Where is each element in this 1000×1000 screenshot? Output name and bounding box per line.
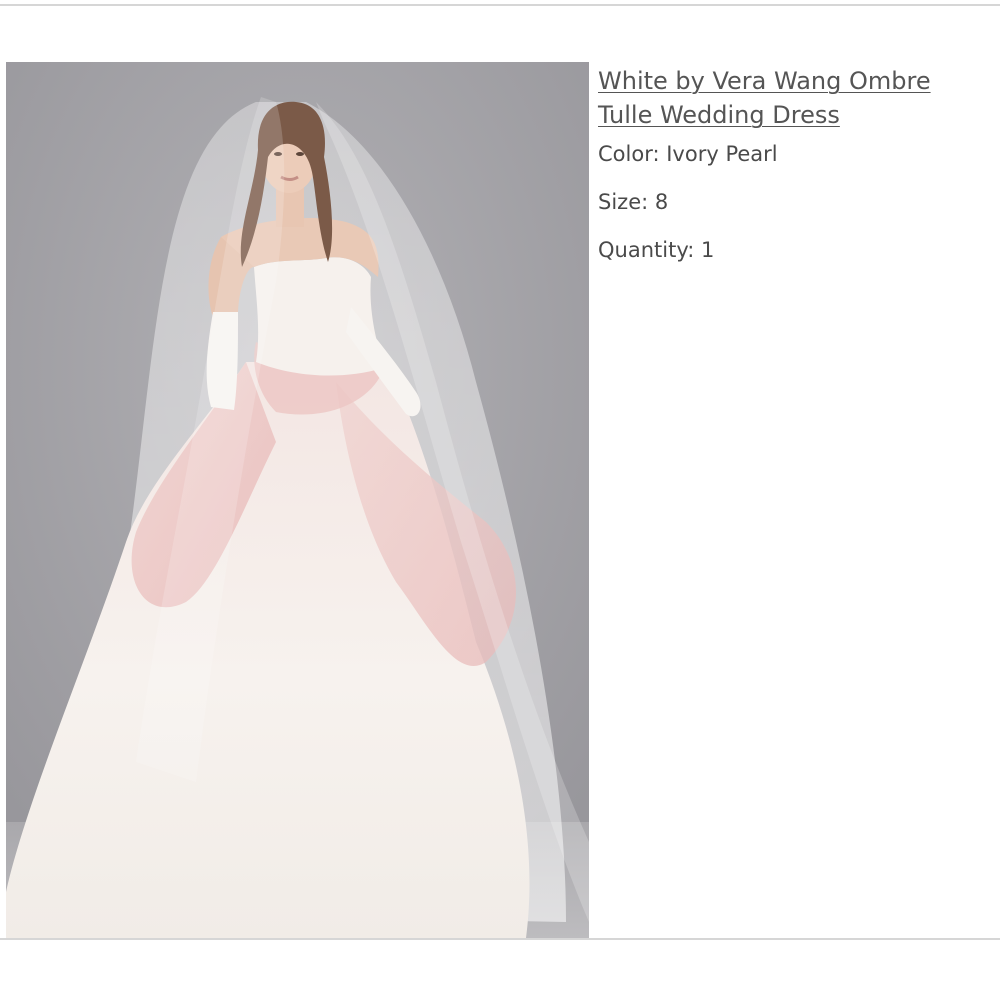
quantity-row: Quantity: 1	[598, 236, 978, 264]
product-image[interactable]	[6, 62, 589, 938]
color-value: Ivory Pearl	[666, 142, 778, 166]
size-value: 8	[654, 190, 669, 214]
top-divider	[0, 4, 1000, 6]
eye-right	[296, 152, 304, 156]
size-row: Size: 8	[598, 188, 978, 216]
quantity-label: Quantity:	[598, 238, 695, 262]
color-label: Color:	[598, 142, 660, 166]
color-row: Color: Ivory Pearl	[598, 140, 978, 168]
quantity-value: 1	[700, 238, 715, 262]
product-details: White by Vera Wang Ombre Tulle Wedding D…	[598, 64, 978, 284]
size-label: Size:	[598, 190, 649, 214]
product-title-link[interactable]: White by Vera Wang Ombre Tulle Wedding D…	[598, 64, 978, 132]
bottom-divider	[0, 938, 1000, 940]
